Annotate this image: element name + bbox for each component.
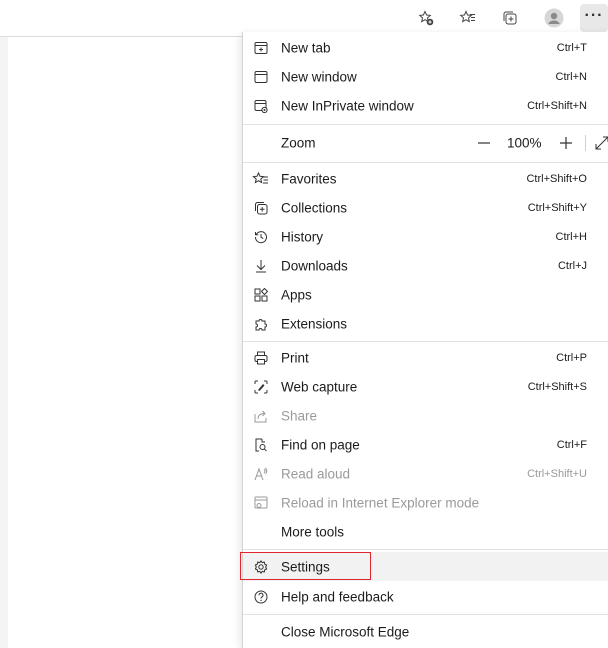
zoom-divider [585,135,586,151]
menu-item-extensions[interactable]: Extensions [243,309,608,338]
new-window-icon [253,69,269,85]
menu-separator [243,341,608,342]
menu-item-read-aloud[interactable]: Read aloud Ctrl+Shift+U [243,459,608,488]
fullscreen-icon[interactable] [595,136,608,150]
browser-toolbar: ··· [0,0,608,36]
collections-icon [253,200,269,216]
shortcut-text: Ctrl+Shift+S [527,380,587,393]
profile-icon[interactable] [540,4,568,32]
ie-mode-icon [253,495,269,511]
favorites-icon[interactable] [454,4,482,32]
menu-item-collections[interactable]: Collections Ctrl+Shift+Y [243,193,608,222]
favorites-icon [252,171,269,187]
history-icon [253,229,269,245]
menu-separator [243,614,608,615]
menu-item-label: More tools [281,524,345,539]
web-capture-icon [253,379,269,395]
extensions-icon [253,316,269,332]
menu-item-zoom: Zoom 100% [243,128,608,157]
settings-highlight [240,552,371,580]
menu-separator [243,549,608,550]
shortcut-text: Ctrl+P [556,351,587,364]
find-on-page-icon [253,437,269,453]
help-icon [253,589,269,605]
collections-icon[interactable] [496,4,524,32]
shortcut-text: Ctrl+H [555,230,587,243]
read-aloud-icon [253,466,269,482]
menu-separator [243,162,608,163]
menu-item-more-tools[interactable]: More tools [243,517,608,546]
menu-item-downloads[interactable]: Downloads Ctrl+J [243,251,608,280]
menu-item-label: Web capture [281,379,358,394]
menu-item-print[interactable]: Print Ctrl+P [243,343,608,372]
shortcut-text: Ctrl+Shift+Y [527,201,587,214]
shortcut-text: Ctrl+Shift+O [526,172,587,185]
shortcut-text: Ctrl+J [557,259,587,272]
shortcut-text: Ctrl+T [556,41,587,54]
menu-item-label: Print [281,350,309,365]
menu-item-reload-ie-mode[interactable]: Reload in Internet Explorer mode [243,488,608,517]
menu-item-label: Downloads [281,258,348,273]
add-favorite-icon[interactable] [412,4,440,32]
shortcut-text: Ctrl+F [556,438,587,451]
zoom-value: 100% [507,135,542,150]
menu-item-label: Read aloud [281,466,351,481]
shortcut-text: Ctrl+N [555,70,587,83]
zoom-label: Zoom [281,135,316,150]
menu-item-share[interactable]: Share [243,401,608,430]
menu-item-label: Help and feedback [281,589,394,604]
zoom-in-button[interactable] [559,136,573,150]
menu-item-favorites[interactable]: Favorites Ctrl+Shift+O [243,164,608,193]
menu-item-new-inprivate-window[interactable]: New InPrivate window Ctrl+Shift+N [243,91,608,120]
shortcut-text: Ctrl+Shift+U [527,467,587,480]
menu-item-find-on-page[interactable]: Find on page Ctrl+F [243,430,608,459]
menu-item-help-and-feedback[interactable]: Help and feedback [243,582,608,611]
menu-item-label: Reload in Internet Explorer mode [281,495,480,510]
menu-item-apps[interactable]: Apps [243,280,608,309]
share-icon [253,408,269,424]
menu-item-label: Close Microsoft Edge [281,624,410,639]
menu-item-label: New tab [281,40,331,55]
menu-item-new-window[interactable]: New window Ctrl+N [243,62,608,91]
shortcut-text: Ctrl+Shift+N [527,99,587,112]
menu-item-label: Extensions [281,316,348,331]
toolbar-divider [0,36,242,37]
menu-separator [243,124,608,125]
menu-item-label: Share [281,408,318,423]
inprivate-icon [253,98,269,114]
menu-item-close-microsoft-edge[interactable]: Close Microsoft Edge [243,617,608,646]
menu-item-label: New window [281,69,357,84]
menu-item-web-capture[interactable]: Web capture Ctrl+Shift+S [243,372,608,401]
menu-item-label: New InPrivate window [281,98,414,113]
menu-item-label: History [281,229,324,244]
menu-item-label: Apps [281,287,312,302]
menu-item-label: Find on page [281,437,360,452]
download-icon [253,258,269,274]
zoom-out-button[interactable] [477,136,491,150]
more-options-button[interactable]: ··· [580,4,608,32]
menu-item-label: Favorites [281,171,337,186]
more-icon: ··· [584,7,604,24]
print-icon [253,350,269,366]
menu-item-label: Collections [281,200,348,215]
apps-icon [253,287,269,303]
page-edge [0,37,8,648]
menu-item-new-tab[interactable]: New tab Ctrl+T [243,33,608,62]
menu-item-history[interactable]: History Ctrl+H [243,222,608,251]
new-tab-icon [253,40,269,56]
